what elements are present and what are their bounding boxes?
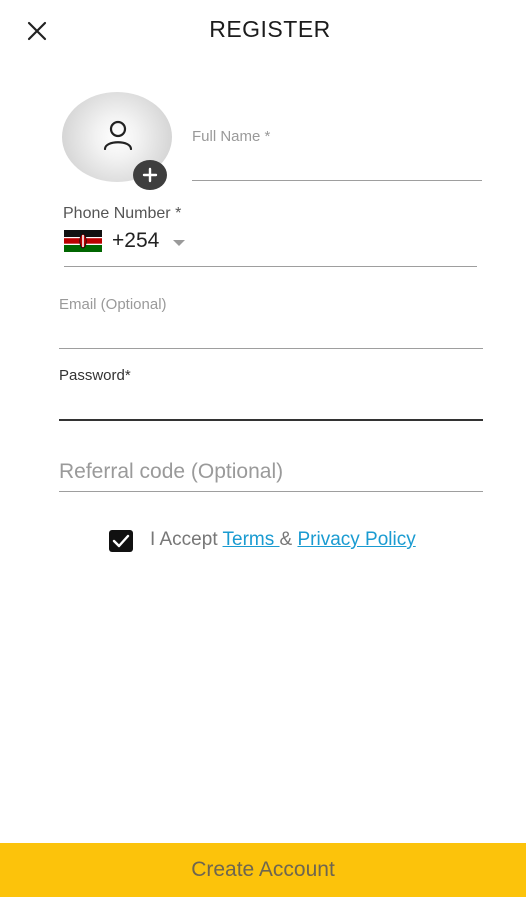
password-input[interactable] — [59, 392, 479, 416]
password-label: Password* — [59, 367, 131, 384]
phone-underline — [64, 266, 477, 267]
register-screen: REGISTER Phone Number * +254 Password* — [0, 0, 526, 900]
accept-terms-checkbox[interactable] — [109, 530, 133, 552]
full-name-underline — [192, 180, 482, 181]
privacy-policy-link[interactable]: Privacy Policy — [297, 529, 415, 550]
accept-terms-text: I Accept Terms & Privacy Policy — [150, 529, 416, 551]
plus-icon — [142, 167, 158, 183]
referral-code-input[interactable] — [59, 458, 479, 486]
phone-number-input[interactable] — [200, 232, 475, 256]
checkmark-icon — [112, 534, 130, 548]
password-underline — [59, 419, 483, 421]
accept-prefix: I Accept — [150, 529, 223, 550]
page-title: REGISTER — [209, 16, 331, 42]
chevron-down-icon[interactable] — [173, 240, 185, 246]
terms-link[interactable]: Terms — [223, 529, 280, 550]
phone-label: Phone Number * — [63, 205, 182, 222]
kenya-flag-icon[interactable] — [64, 230, 102, 252]
add-photo-button[interactable] — [133, 160, 167, 190]
full-name-input[interactable] — [192, 126, 480, 146]
referral-underline — [59, 491, 483, 492]
dial-code[interactable]: +254 — [112, 229, 159, 253]
header: REGISTER — [0, 0, 526, 62]
email-underline — [59, 348, 483, 349]
email-input[interactable] — [59, 294, 479, 314]
accept-separator: & — [279, 529, 298, 550]
person-icon — [103, 120, 133, 150]
create-account-button[interactable]: Create Account — [0, 843, 526, 897]
